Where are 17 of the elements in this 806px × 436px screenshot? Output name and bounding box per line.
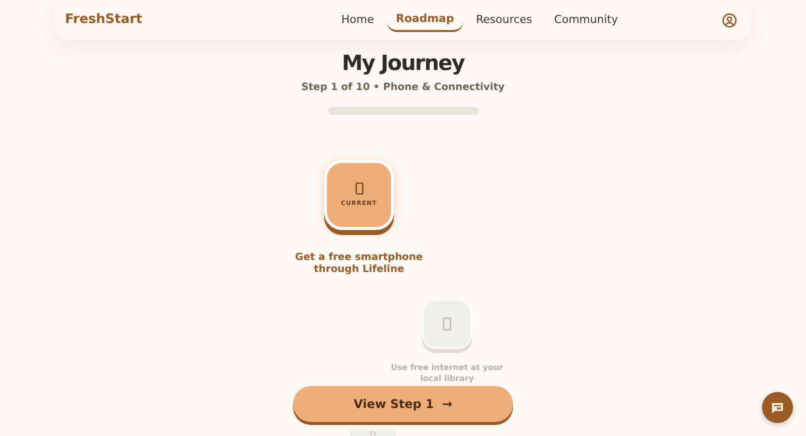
step-title: Get a free smartphone through Lifeline: [294, 252, 424, 276]
partial-step-tile[interactable]: [348, 428, 398, 436]
page-title: My Journey: [342, 50, 464, 77]
nav-tab[interactable]: Resources: [466, 8, 542, 32]
step-title: Use free internet at your local library: [390, 362, 504, 384]
chat-button[interactable]: [762, 392, 793, 423]
nav-tab[interactable]: Community: [545, 8, 627, 32]
account-icon[interactable]: [722, 12, 737, 28]
view-step-button[interactable]: View Step 1 →: [293, 386, 513, 422]
step-subtitle: Step 1 of 10 • Phone & Connectivity: [301, 80, 505, 94]
nav-tab[interactable]: Home: [332, 8, 383, 32]
chat-icon: [771, 402, 784, 414]
phone-icon: [442, 316, 452, 330]
nav-tab[interactable]: Roadmap: [386, 8, 463, 32]
home-icon: [368, 430, 378, 436]
brand-logo[interactable]: FreshStart: [65, 10, 142, 30]
phone-icon: [354, 182, 364, 194]
